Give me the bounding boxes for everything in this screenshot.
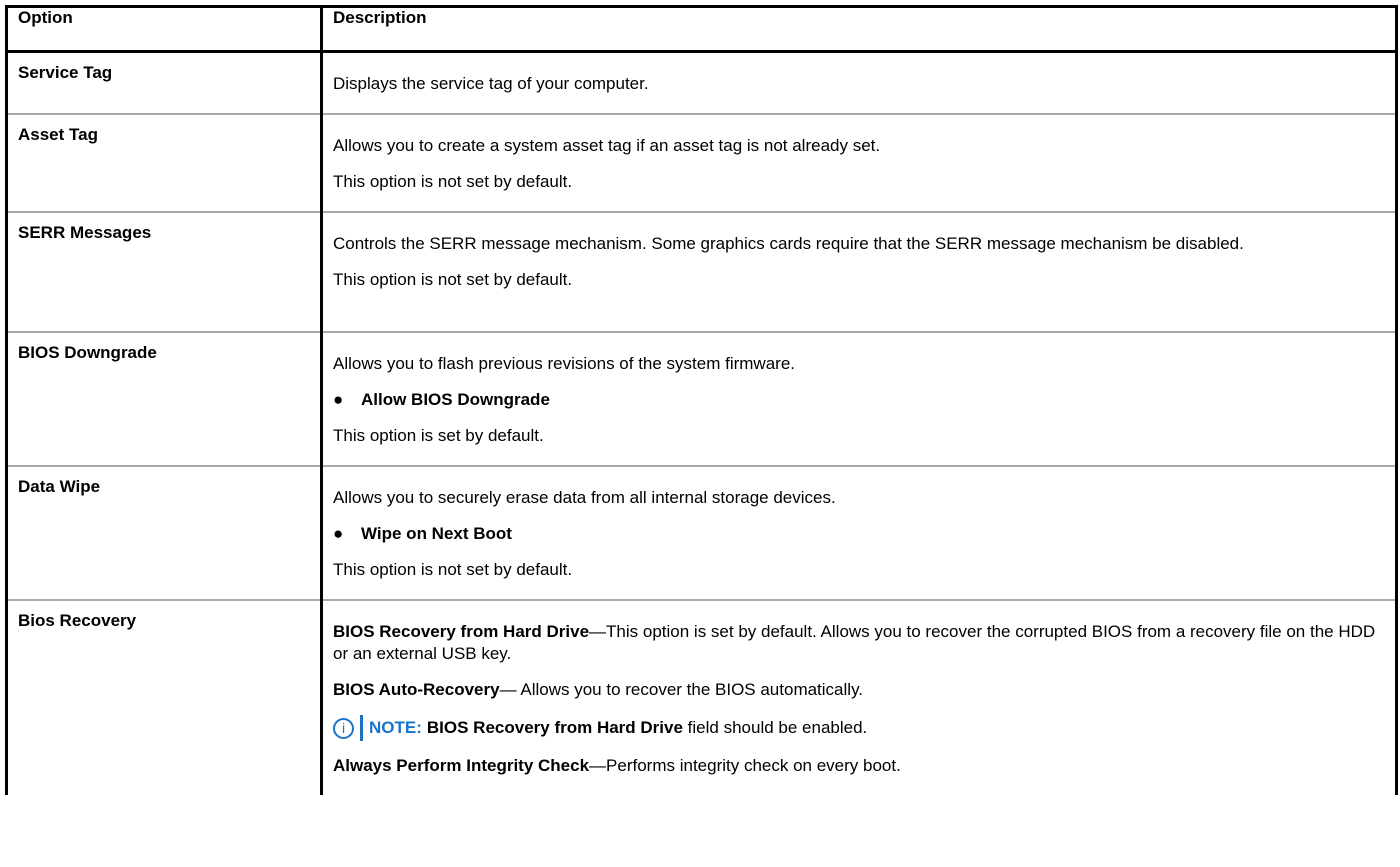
option-name: BIOS Downgrade (5, 332, 323, 466)
default-text: This option is not set by default. (333, 172, 573, 191)
bullet-item: ● Wipe on Next Boot (333, 523, 1385, 545)
integrity-item: Always Perform Integrity Check—Performs … (333, 755, 1385, 777)
header-option: Option (5, 6, 323, 52)
table-row: Data Wipe Allows you to securely erase d… (5, 466, 1398, 600)
option-description: BIOS Recovery from Hard Drive—This optio… (321, 600, 1398, 795)
auto-recovery-text: — Allows you to recover the BIOS automat… (499, 680, 864, 699)
note-divider (360, 715, 363, 741)
table-row: Asset Tag Allows you to create a system … (5, 114, 1398, 212)
options-table: Option Description Service Tag Displays … (5, 5, 1398, 795)
table-row: BIOS Downgrade Allows you to flash previ… (5, 332, 1398, 466)
recovery-term: BIOS Recovery from Hard Drive (333, 622, 590, 641)
option-name: SERR Messages (5, 212, 323, 332)
bullet-text: Wipe on Next Boot (361, 524, 512, 543)
integrity-term: Always Perform Integrity Check (333, 756, 590, 775)
integrity-text: —Performs integrity check on every boot. (589, 756, 901, 775)
default-text: This option is set by default. (333, 426, 544, 445)
option-description: Displays the service tag of your compute… (321, 51, 1398, 114)
description-text: Allows you to create a system asset tag … (333, 136, 881, 155)
header-description: Description (321, 6, 1398, 52)
auto-recovery-item: BIOS Auto-Recovery— Allows you to recove… (333, 679, 1385, 701)
description-text: Allows you to flash previous revisions o… (333, 354, 796, 373)
option-name: Asset Tag (5, 114, 323, 212)
bullet-item: ● Allow BIOS Downgrade (333, 389, 1385, 411)
option-description: Allows you to flash previous revisions o… (321, 332, 1398, 466)
option-description: Allows you to create a system asset tag … (321, 114, 1398, 212)
bullet-icon: ● (333, 390, 344, 409)
option-description: Allows you to securely erase data from a… (321, 466, 1398, 600)
table-header-row: Option Description (5, 6, 1398, 52)
note-text: field should be enabled. (687, 718, 868, 737)
note-box: i NOTE: BIOS Recovery from Hard Drive fi… (333, 715, 1385, 741)
option-name: Bios Recovery (5, 600, 323, 795)
table-row: SERR Messages Controls the SERR message … (5, 212, 1398, 332)
info-icon: i (333, 717, 354, 739)
bullet-text: Allow BIOS Downgrade (361, 390, 550, 409)
option-name: Service Tag (5, 51, 323, 114)
description-text: Displays the service tag of your compute… (333, 74, 649, 93)
default-text: This option is not set by default. (333, 560, 573, 579)
table-row: Service Tag Displays the service tag of … (5, 51, 1398, 114)
bullet-icon: ● (333, 524, 344, 543)
option-name: Data Wipe (5, 466, 323, 600)
table-row: Bios Recovery BIOS Recovery from Hard Dr… (5, 600, 1398, 795)
option-description: Controls the SERR message mechanism. Som… (321, 212, 1398, 332)
recovery-item: BIOS Recovery from Hard Drive—This optio… (333, 621, 1385, 665)
note-label: NOTE: (369, 718, 422, 737)
description-text: Controls the SERR message mechanism. Som… (333, 234, 1244, 253)
auto-recovery-term: BIOS Auto-Recovery (333, 680, 500, 699)
default-text: This option is not set by default. (333, 270, 573, 289)
note-term: BIOS Recovery from Hard Drive (426, 718, 683, 737)
description-text: Allows you to securely erase data from a… (333, 488, 836, 507)
